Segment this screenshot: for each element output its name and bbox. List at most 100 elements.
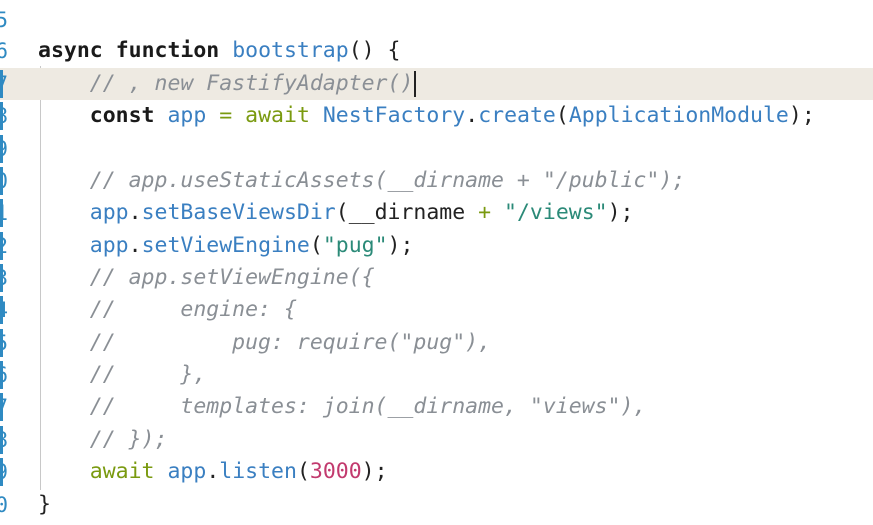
code-token: . xyxy=(128,200,142,225)
code-line[interactable]: 0} xyxy=(0,489,873,521)
code-text: // }, xyxy=(38,359,207,391)
code-token: (__dirname xyxy=(335,200,479,225)
code-text: async function bootstrap() { xyxy=(38,35,400,67)
code-text: // engine: { xyxy=(38,294,297,326)
change-marker xyxy=(0,232,3,260)
change-marker xyxy=(0,296,3,324)
code-token: function xyxy=(115,38,220,63)
code-token: . xyxy=(465,103,479,128)
code-token: . xyxy=(128,233,142,258)
code-token: // app.useStaticAssets(__dirname + "/pub… xyxy=(38,168,686,193)
code-line[interactable]: 3 // app.setViewEngine({ xyxy=(0,262,873,294)
line-number[interactable]: 5 xyxy=(0,4,8,36)
code-token: () { xyxy=(348,38,401,63)
code-line[interactable]: 0 // app.useStaticAssets(__dirname + "/p… xyxy=(0,165,873,197)
line-number[interactable]: 0 xyxy=(0,489,8,521)
code-line[interactable]: 5 // pug: require("pug"), xyxy=(0,327,873,359)
code-token: const xyxy=(89,103,155,128)
change-marker xyxy=(0,167,3,195)
code-line[interactable]: 9 xyxy=(0,133,873,165)
code-token: ( xyxy=(309,233,323,258)
code-token: "/views" xyxy=(504,200,608,225)
code-token: NestFactory xyxy=(322,103,466,128)
code-line[interactable]: 7 // templates: join(__dirname, "views")… xyxy=(0,391,873,423)
code-token: app xyxy=(167,459,207,484)
code-text: await app.listen(3000); xyxy=(38,456,388,488)
code-token: async xyxy=(38,38,103,63)
code-token: + xyxy=(478,200,492,225)
change-marker xyxy=(0,329,3,357)
code-line[interactable]: 1 app.setBaseViewsDir(__dirname + "/view… xyxy=(0,197,873,229)
code-token: . xyxy=(206,459,220,484)
code-token: ); xyxy=(387,233,414,258)
code-token: 3000 xyxy=(309,459,362,484)
code-line[interactable]: 2 app.setViewEngine("pug"); xyxy=(0,230,873,262)
code-text: app.setViewEngine("pug"); xyxy=(38,230,414,262)
code-text: // templates: join(__dirname, "views"), xyxy=(38,391,647,423)
code-token: "pug" xyxy=(322,233,388,258)
change-marker xyxy=(0,426,3,454)
code-token: // engine: { xyxy=(38,297,297,322)
code-token: ); xyxy=(361,459,388,484)
code-token: bootstrap xyxy=(232,38,349,63)
text-caret xyxy=(414,71,417,97)
code-token: } xyxy=(38,492,51,517)
change-marker xyxy=(0,393,3,421)
code-editor[interactable]: 5 6 async function bootstrap() {7 // , new… xyxy=(0,0,873,525)
change-marker xyxy=(0,264,3,292)
code-token: // app.setViewEngine({ xyxy=(38,265,375,290)
code-token: ( xyxy=(296,459,310,484)
code-token: // pug: require("pug"), xyxy=(38,330,492,355)
code-token: await xyxy=(245,103,310,128)
code-line[interactable]: 5 xyxy=(0,4,873,36)
code-token: // templates: join(__dirname, "views"), xyxy=(38,394,647,419)
change-marker xyxy=(0,361,3,389)
code-line[interactable]: 4 // engine: { xyxy=(0,294,873,326)
code-line[interactable]: 9 await app.listen(3000); xyxy=(0,456,873,488)
code-token: // , new FastifyAdapter() xyxy=(38,71,414,96)
code-token: listen xyxy=(219,459,297,484)
change-marker xyxy=(0,135,3,163)
code-token: app xyxy=(89,200,129,225)
code-token: = xyxy=(219,103,233,128)
code-text: // }); xyxy=(38,424,168,456)
code-token: // }, xyxy=(38,362,207,387)
code-text: // app.useStaticAssets(__dirname + "/pub… xyxy=(38,165,685,197)
code-text: // pug: require("pug"), xyxy=(38,327,491,359)
code-token: setBaseViewsDir xyxy=(141,200,336,225)
code-line[interactable]: 6 async function bootstrap() { xyxy=(0,35,873,67)
code-token: ); xyxy=(788,103,815,128)
code-token: app xyxy=(167,103,207,128)
change-marker xyxy=(0,102,3,130)
code-token: ( xyxy=(555,103,569,128)
code-line[interactable]: 8 const app = await NestFactory.create(A… xyxy=(0,100,873,132)
code-token: ); xyxy=(607,200,634,225)
change-marker xyxy=(0,199,3,227)
code-token: await xyxy=(89,459,155,484)
line-number[interactable]: 6 xyxy=(0,35,8,67)
code-text: } xyxy=(38,489,51,521)
code-line[interactable]: 8 // }); xyxy=(0,424,873,456)
code-line[interactable]: 6 // }, xyxy=(0,359,873,391)
code-text: // , new FastifyAdapter() xyxy=(38,68,417,100)
code-text: // app.setViewEngine({ xyxy=(38,262,375,294)
code-token: app xyxy=(89,233,129,258)
change-marker xyxy=(0,70,3,98)
code-token: setViewEngine xyxy=(141,233,310,258)
code-text: app.setBaseViewsDir(__dirname + "/views"… xyxy=(38,197,634,229)
code-token: ApplicationModule xyxy=(568,103,789,128)
code-line-current[interactable]: 7 // , new FastifyAdapter() xyxy=(0,68,873,100)
code-token: // }); xyxy=(38,427,168,452)
code-text: const app = await NestFactory.create(App… xyxy=(38,100,815,132)
